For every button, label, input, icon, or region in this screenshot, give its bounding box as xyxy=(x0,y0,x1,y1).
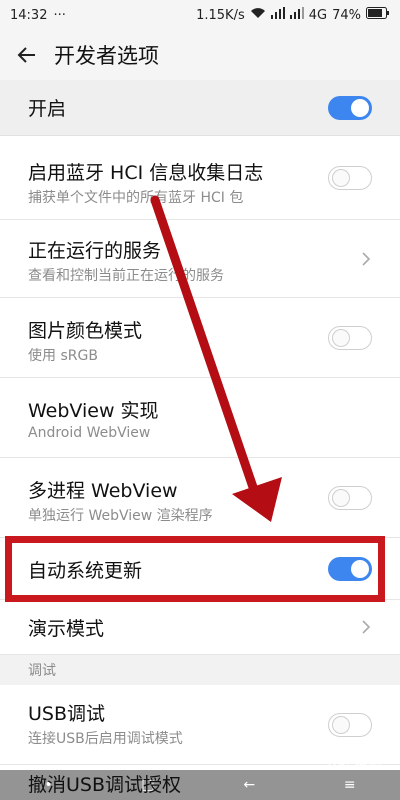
back-arrow-icon xyxy=(17,47,35,63)
list-item-color-mode[interactable]: 图片颜色模式 使用 sRGB xyxy=(0,298,400,378)
list-item-running-services[interactable]: 正在运行的服务 查看和控制当前正在运行的服务 xyxy=(0,220,400,298)
signal-icon-2 xyxy=(289,7,304,23)
item-title: 正在运行的服务 xyxy=(28,240,162,262)
list-item-demo-mode[interactable]: 演示模式 xyxy=(0,600,400,655)
toggle-knob xyxy=(332,168,350,187)
color-mode-toggle[interactable] xyxy=(328,325,372,350)
list-item-multiprocess-webview[interactable]: 多进程 WebView 单独运行 WebView 渲染程序 xyxy=(0,458,400,538)
item-subtitle: 查看和控制当前正在运行的服务 xyxy=(28,268,224,284)
master-switch-row[interactable]: 开启 xyxy=(0,80,400,136)
usb-debugging-toggle[interactable] xyxy=(328,712,372,737)
nav-back-icon[interactable]: ← xyxy=(243,777,255,793)
signal-icon xyxy=(270,7,285,23)
toggle-knob xyxy=(351,98,369,117)
item-title: 多进程 WebView xyxy=(28,480,178,502)
status-time: 14:32 xyxy=(10,7,48,23)
multiprocess-webview-toggle[interactable] xyxy=(328,485,372,510)
chevron-right-icon xyxy=(362,620,371,634)
watermark: Bai 经验 xyxy=(327,757,382,773)
battery-icon xyxy=(366,7,390,23)
item-title: WebView 实现 xyxy=(28,400,159,422)
item-subtitle: 使用 sRGB xyxy=(28,348,98,364)
toggle-knob xyxy=(332,715,350,734)
network-speed: 1.15K/s xyxy=(196,7,245,23)
item-subtitle: 单独运行 WebView 渲染程序 xyxy=(28,508,213,524)
nav-menu-icon[interactable]: ≡ xyxy=(344,777,356,793)
list-item-auto-system-update[interactable]: 自动系统更新 xyxy=(0,538,400,600)
master-switch-label: 开启 xyxy=(28,98,67,120)
list-item-bluetooth-hci[interactable]: 启用蓝牙 HCI 信息收集日志 捕获单个文件中的所有蓝牙 HCI 包 xyxy=(0,136,400,220)
status-dots: ··· xyxy=(53,7,66,23)
network-type: 4G xyxy=(308,7,328,23)
battery-percent: 74% xyxy=(332,7,361,23)
status-bar: 14:32 ··· 1.15K/s 4G 74% xyxy=(0,0,400,30)
back-button[interactable] xyxy=(0,30,54,80)
item-title: 自动系统更新 xyxy=(28,560,143,582)
auto-system-update-toggle[interactable] xyxy=(328,556,372,581)
item-subtitle: Android WebView xyxy=(28,425,151,441)
wifi-icon xyxy=(250,7,266,23)
item-subtitle: 捕获单个文件中的所有蓝牙 HCI 包 xyxy=(28,190,244,206)
section-header-debug: 调试 xyxy=(0,655,400,685)
list-item-revoke-usb-auth[interactable]: 撤消USB调试授权 xyxy=(28,770,181,797)
bluetooth-hci-toggle[interactable] xyxy=(328,165,372,190)
list-item-usb-debugging[interactable]: USB调试 连接USB后启用调试模式 xyxy=(0,685,400,765)
page-title: 开发者选项 xyxy=(54,44,159,68)
toggle-knob xyxy=(332,488,350,507)
chevron-right-icon xyxy=(362,251,371,266)
master-toggle[interactable] xyxy=(328,95,372,120)
list-item-webview-impl[interactable]: WebView 实现 Android WebView xyxy=(0,378,400,458)
item-subtitle: 连接USB后启用调试模式 xyxy=(28,731,183,747)
toggle-knob xyxy=(351,559,369,578)
app-bar: 开发者选项 xyxy=(0,30,400,80)
item-title: USB调试 xyxy=(28,703,106,725)
item-title: 演示模式 xyxy=(28,618,105,640)
toggle-knob xyxy=(332,328,350,347)
item-title: 启用蓝牙 HCI 信息收集日志 xyxy=(28,162,264,184)
item-title: 图片颜色模式 xyxy=(28,320,143,342)
